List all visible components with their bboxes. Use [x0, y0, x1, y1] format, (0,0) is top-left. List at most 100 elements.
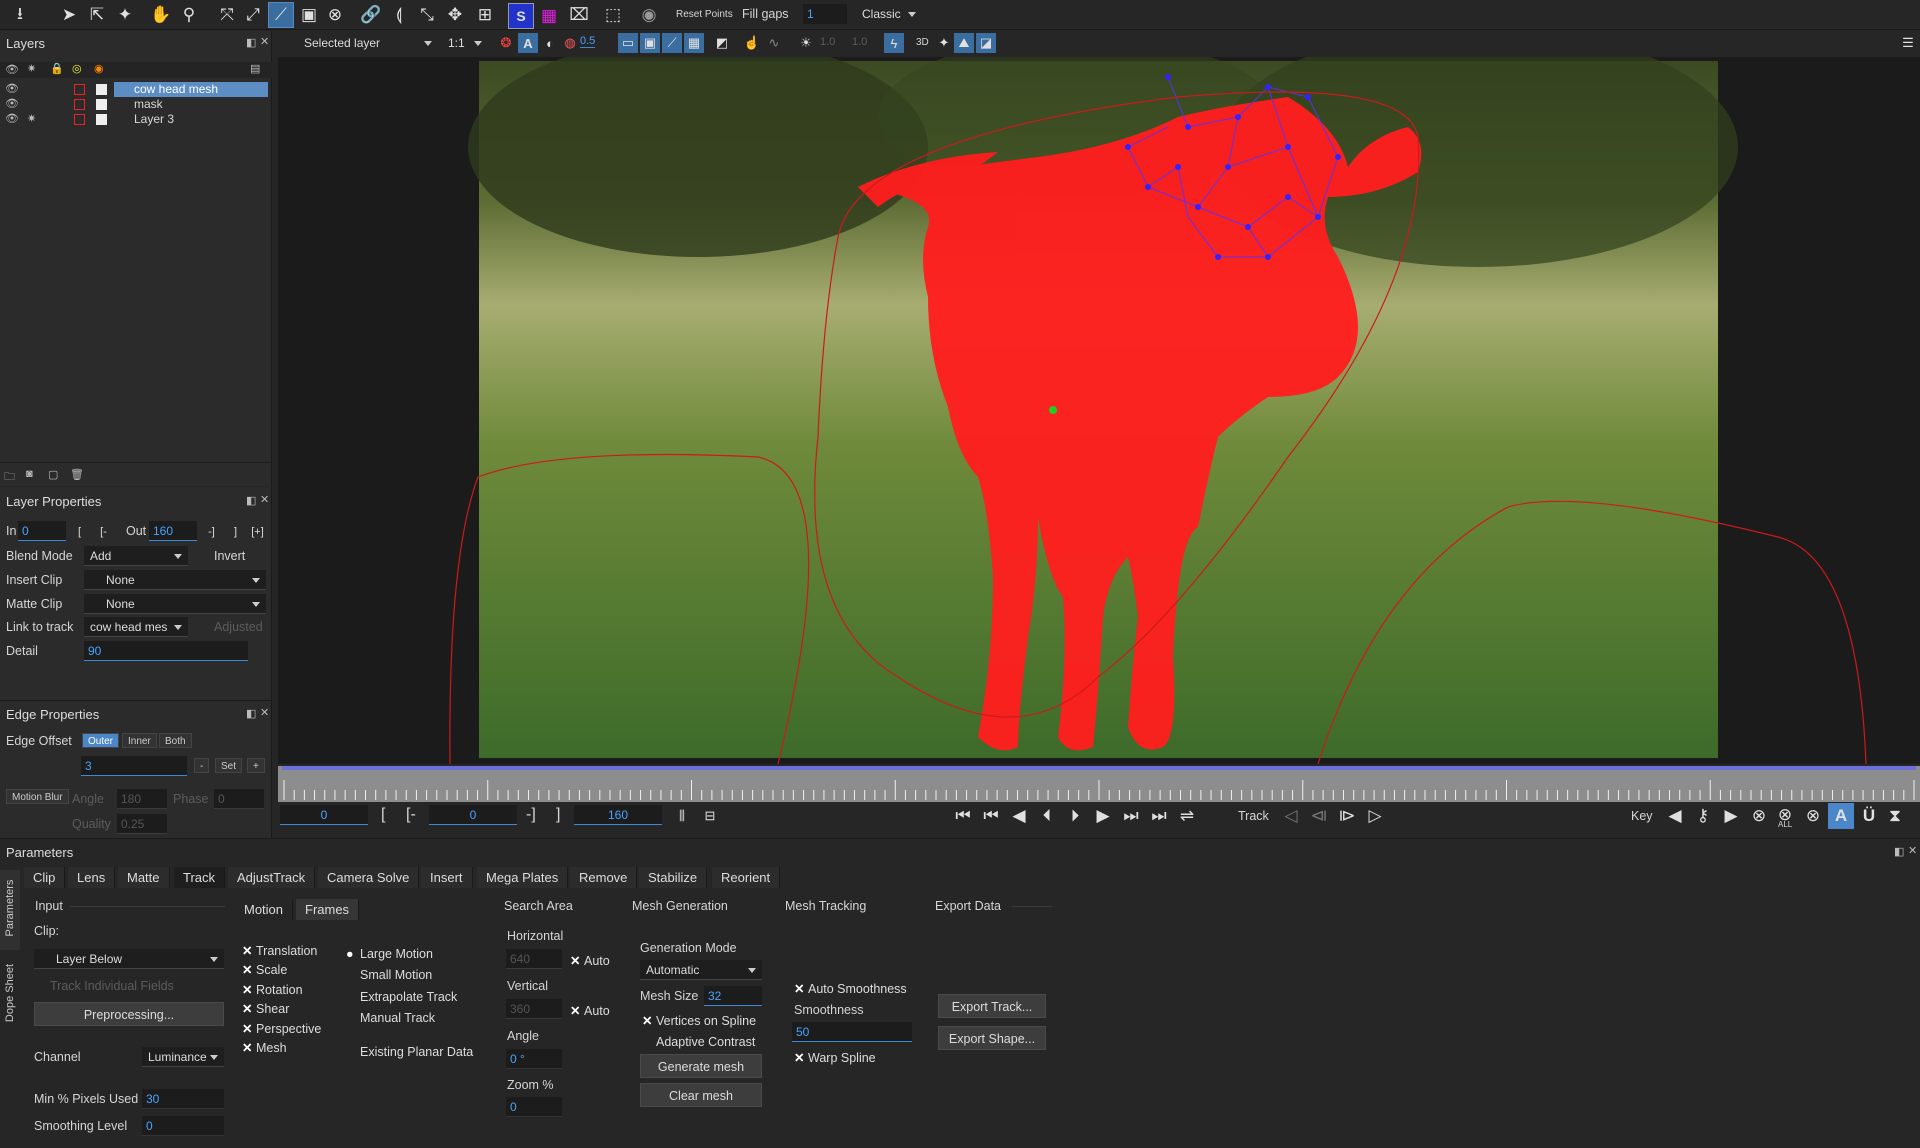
bracket-fit-icon[interactable]: [+]: [248, 522, 267, 541]
selected-layer-dropdown[interactable]: Selected layer: [282, 33, 438, 53]
layers-menu-icon[interactable]: ▤: [250, 62, 260, 75]
timeline[interactable]: [278, 766, 1920, 802]
close-panel-icon[interactable]: ✕: [1908, 844, 1917, 857]
layer-row[interactable]: 👁 ✷ Layer 3: [0, 112, 272, 127]
track-backward-icon[interactable]: ◁: [1278, 803, 1304, 829]
dotted-rect-icon[interactable]: ⬚: [600, 2, 626, 28]
xspline-icon[interactable]: ⟋: [268, 2, 294, 28]
zoom-input[interactable]: 0: [506, 1097, 562, 1117]
horizontal-auto-checkbox[interactable]: ✕ Auto: [570, 953, 610, 968]
perspective-checkbox[interactable]: ✕ Perspective: [242, 1021, 321, 1036]
select-point-icon[interactable]: ⇱: [84, 2, 110, 28]
select-add-icon[interactable]: ✦: [112, 2, 138, 28]
rect-icon[interactable]: ▣: [296, 2, 322, 28]
ellipse-icon[interactable]: ⊗: [322, 2, 348, 28]
end-frame-input[interactable]: 160: [574, 805, 662, 825]
viewer-image[interactable]: [278, 57, 1920, 764]
out-input[interactable]: 160: [149, 521, 197, 541]
eye-icon[interactable]: 👁: [5, 112, 19, 125]
white-swatch[interactable]: [96, 99, 107, 110]
bezier-icon[interactable]: ⤧: [214, 2, 240, 28]
bracket-right-icon[interactable]: ]: [226, 522, 245, 541]
lightning-icon[interactable]: ϟ: [884, 33, 904, 53]
zoom-ratio-dropdown[interactable]: 1:1: [442, 33, 488, 53]
render-icon[interactable]: ✷: [27, 112, 36, 125]
layer-row[interactable]: 👁 cow head mesh: [0, 82, 272, 97]
link-icon[interactable]: 🔗: [358, 2, 384, 28]
play-backward-icon[interactable]: ◀: [1006, 803, 1032, 829]
monitor-icon[interactable]: ▭: [618, 33, 638, 53]
bracket-in-icon[interactable]: [-: [94, 522, 113, 541]
eye-icon[interactable]: 👁: [5, 97, 19, 110]
opacity-value[interactable]: 0.5: [580, 35, 596, 48]
new-layer-icon[interactable]: ◙: [26, 468, 33, 480]
bracket-in-minus-button[interactable]: [-: [406, 806, 416, 824]
tab-reorient[interactable]: Reorient: [712, 867, 781, 888]
vertical-auto-checkbox[interactable]: ✕ Auto: [570, 1003, 610, 1018]
layer-row[interactable]: 👁 mask: [0, 97, 272, 112]
step-back-icon[interactable]: ⏴: [1034, 803, 1060, 829]
delete-forward-icon[interactable]: ⊗: [1800, 803, 1826, 829]
grid-icon[interactable]: ⊞: [472, 2, 498, 28]
scale-icon[interactable]: ⤡: [414, 2, 440, 28]
new-folder-icon[interactable]: 🗀: [4, 468, 15, 487]
layer-name[interactable]: cow head mesh: [114, 82, 268, 97]
scale-checkbox[interactable]: ✕ Scale: [242, 962, 287, 977]
download-icon[interactable]: ⭳: [7, 2, 33, 28]
step-forward-icon[interactable]: ⏵: [1062, 803, 1088, 829]
tab-mega-plates[interactable]: Mega Plates: [477, 867, 569, 888]
grid-view-icon[interactable]: ▦: [684, 33, 704, 53]
image-icon[interactable]: ⛰: [954, 33, 974, 53]
trim-out-icon[interactable]: ⊟: [700, 806, 720, 826]
cube-icon[interactable]: ✦: [934, 33, 954, 53]
tab-camera-solve[interactable]: Camera Solve: [318, 867, 420, 888]
start-frame-input[interactable]: 0: [280, 805, 368, 825]
extrapolate-track-radio[interactable]: Extrapolate Track: [346, 990, 457, 1004]
vertical-input[interactable]: 360: [506, 999, 562, 1019]
shear-checkbox[interactable]: ✕ Shear: [242, 1001, 289, 1016]
tab-track[interactable]: Track: [174, 867, 226, 888]
hand-icon[interactable]: ✋: [148, 2, 174, 28]
large-motion-radio[interactable]: ● Large Motion: [346, 947, 433, 961]
link-to-track-dropdown[interactable]: cow head mes: [84, 617, 188, 637]
both-button[interactable]: Both: [159, 733, 192, 748]
angle-input[interactable]: 180: [117, 789, 167, 809]
color-swatch[interactable]: [74, 114, 85, 125]
three-d-label[interactable]: 3D: [916, 37, 929, 48]
smoothing-level-input[interactable]: 0: [142, 1116, 224, 1136]
onion-icon[interactable]: ◍: [560, 33, 580, 53]
add-keyframe-icon[interactable]: ⚷: [1690, 803, 1716, 829]
key-options-icon[interactable]: ⧗: [1882, 803, 1908, 829]
side-tab-dope-sheet[interactable]: Dope Sheet: [0, 955, 20, 1035]
prev-key-icon[interactable]: ⏮: [978, 803, 1004, 829]
matte-clip-dropdown[interactable]: None: [84, 594, 266, 614]
viewer-menu-icon[interactable]: ☰: [1898, 33, 1918, 53]
tab-matte[interactable]: Matte: [118, 867, 170, 888]
mesh-size-input[interactable]: 32: [704, 986, 762, 1006]
track-individual-fields-checkbox[interactable]: Track Individual Fields: [50, 979, 174, 993]
bracket-out-button[interactable]: ]: [556, 806, 560, 824]
export-track-button[interactable]: Export Track...: [938, 994, 1046, 1018]
bracket-in-button[interactable]: [: [381, 806, 385, 824]
tab-lens[interactable]: Lens: [68, 867, 116, 888]
stabilize-view-icon[interactable]: ◩: [712, 33, 732, 53]
clip-dropdown[interactable]: Layer Below: [34, 949, 224, 969]
detail-input[interactable]: 90: [84, 641, 248, 661]
in-input[interactable]: 0: [18, 521, 66, 541]
layer-name[interactable]: mask: [134, 97, 163, 112]
vertices-on-spline-checkbox[interactable]: ✕ Vertices on Spline: [642, 1013, 756, 1028]
auto-smoothness-checkbox[interactable]: ✕ Auto Smoothness: [794, 981, 907, 996]
outer-button[interactable]: Outer: [82, 733, 120, 748]
adjusted-checkbox[interactable]: Adjusted: [214, 620, 263, 634]
go-end-icon[interactable]: ⏭: [1146, 803, 1172, 829]
eye-icon[interactable]: 👁: [5, 82, 19, 95]
spline-view-icon[interactable]: ⟋: [662, 33, 682, 53]
close-panel-icon[interactable]: ✕: [260, 35, 269, 48]
next-keyframe-icon[interactable]: ▶: [1718, 803, 1744, 829]
set-button[interactable]: Set: [215, 758, 243, 773]
close-panel-icon[interactable]: ✕: [260, 706, 269, 719]
float-panel-icon[interactable]: ◧: [1894, 845, 1904, 858]
viewer[interactable]: [278, 57, 1920, 764]
in-frame-input[interactable]: 0: [429, 805, 517, 825]
mode-dropdown[interactable]: Classic: [856, 4, 922, 24]
